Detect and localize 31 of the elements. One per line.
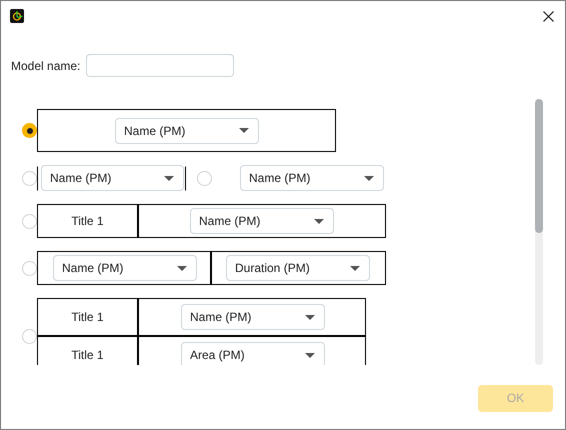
title-cell: Title 1: [38, 299, 139, 335]
caret-icon: [350, 266, 360, 270]
caret-icon: [305, 314, 315, 320]
title-cell: Title 1: [38, 205, 139, 237]
scrollbar[interactable]: [535, 99, 543, 365]
caret-icon: [305, 352, 315, 358]
caret-icon: [314, 218, 324, 224]
dropdown[interactable]: Name (PM): [41, 165, 184, 191]
dropdown[interactable]: Area (PM): [181, 342, 325, 365]
dropdown[interactable]: Duration (PM): [226, 255, 370, 281]
caret-icon: [239, 128, 249, 133]
dropdown[interactable]: Name (PM): [190, 208, 334, 234]
caret-icon: [164, 176, 174, 180]
radio-button[interactable]: [197, 170, 212, 186]
radio-button[interactable]: [22, 123, 37, 138]
model-name-field[interactable]: [86, 54, 234, 77]
dropdown[interactable]: Name (PM): [115, 118, 259, 144]
radio-button[interactable]: [22, 170, 37, 186]
caret-icon: [364, 176, 374, 180]
title-cell: Title 1: [38, 337, 139, 365]
scrollbar-thumb[interactable]: [535, 99, 543, 233]
dropdown[interactable]: Name (PM): [181, 304, 325, 330]
close-icon[interactable]: [543, 10, 554, 22]
radio-button[interactable]: [22, 214, 37, 228]
model-name-label: Model name:: [11, 58, 80, 72]
radio-button[interactable]: [22, 328, 37, 344]
radio-button[interactable]: [22, 260, 37, 276]
dropdown[interactable]: Name (PM): [53, 255, 197, 281]
caret-icon: [177, 266, 187, 270]
dropdown[interactable]: Name (PM): [240, 165, 384, 191]
app-logo-icon: [10, 9, 24, 23]
